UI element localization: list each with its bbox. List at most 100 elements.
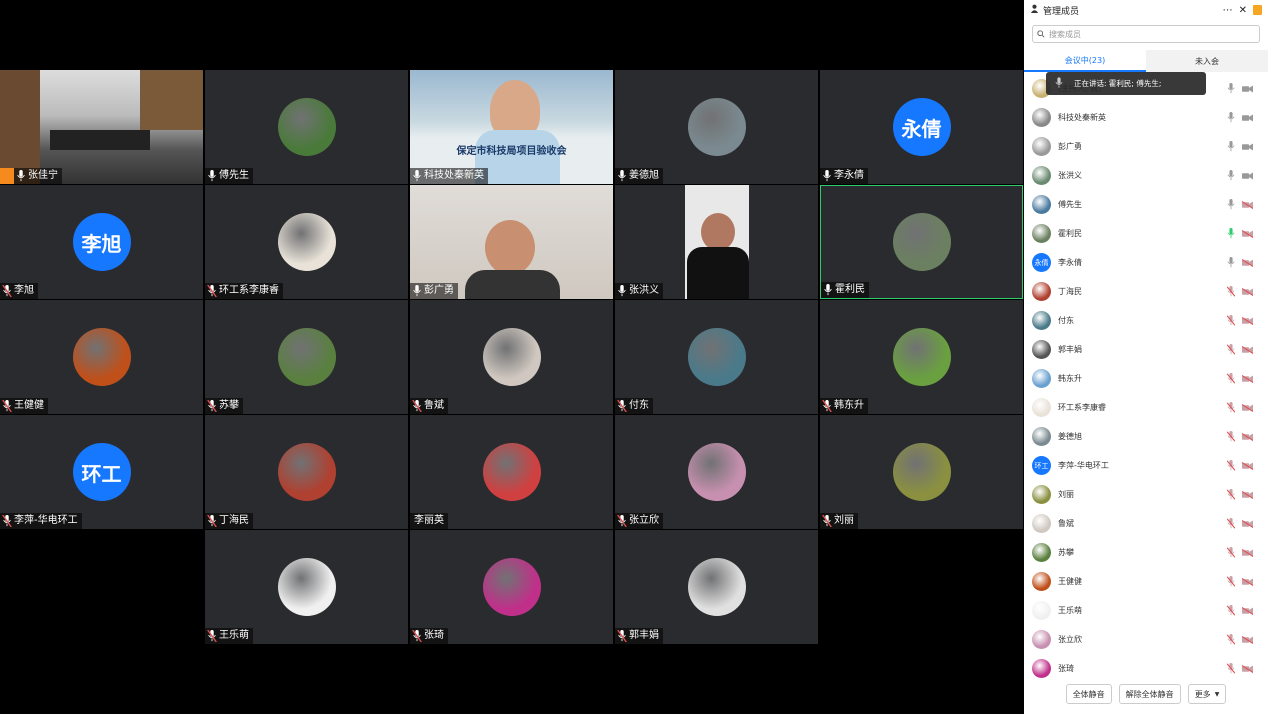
member-camera-icon[interactable]	[1242, 374, 1253, 383]
participant-tile[interactable]: 傅先生	[205, 70, 408, 184]
more-options-icon[interactable]: ⋯	[1223, 5, 1233, 16]
participant-name-tag: 张立欣	[615, 513, 663, 529]
member-row[interactable]: 丁海民	[1024, 277, 1268, 306]
member-row[interactable]: 郭丰娟	[1024, 335, 1268, 364]
member-row[interactable]: 韩东升	[1024, 364, 1268, 393]
participant-tile[interactable]: 姜德旭	[615, 70, 818, 184]
participant-tile[interactable]: 张琦	[410, 530, 613, 644]
member-row[interactable]: 刘丽	[1024, 480, 1268, 509]
member-row[interactable]: 环工系李康睿	[1024, 393, 1268, 422]
participant-tile[interactable]: 保定市科技局项目验收会 科技处秦新英	[410, 70, 613, 184]
member-camera-icon[interactable]	[1242, 635, 1253, 644]
member-camera-icon[interactable]	[1242, 577, 1253, 586]
layout-toggle-icon[interactable]	[1253, 5, 1262, 15]
member-avatar	[1032, 659, 1051, 678]
member-camera-icon[interactable]	[1242, 432, 1253, 441]
member-camera-icon[interactable]	[1242, 316, 1253, 325]
member-camera-icon[interactable]	[1242, 606, 1253, 615]
member-camera-icon[interactable]	[1242, 403, 1253, 412]
member-mic-icon[interactable]	[1227, 112, 1235, 123]
participant-tile[interactable]: 韩东升	[820, 300, 1023, 414]
member-row[interactable]: 张琦	[1024, 654, 1268, 683]
participant-tile[interactable]: 丁海民	[205, 415, 408, 529]
participant-tile[interactable]: 环工系李康睿	[205, 185, 408, 299]
member-camera-icon[interactable]	[1242, 142, 1253, 151]
member-row[interactable]: 环工 李萍-华电环工	[1024, 451, 1268, 480]
participant-tile[interactable]: 李旭 李旭	[0, 185, 203, 299]
member-row[interactable]: 霍利民	[1024, 219, 1268, 248]
participant-tile[interactable]: 张立欣	[615, 415, 818, 529]
search-input[interactable]: 搜索成员	[1032, 25, 1260, 43]
member-camera-icon[interactable]	[1242, 664, 1253, 673]
member-row[interactable]: 张立欣	[1024, 625, 1268, 654]
member-mic-icon[interactable]	[1227, 141, 1235, 152]
participant-tile[interactable]: 王健健	[0, 300, 203, 414]
member-avatar	[1032, 514, 1051, 533]
participant-tile[interactable]: 李丽英	[410, 415, 613, 529]
member-mic-icon[interactable]	[1227, 605, 1235, 616]
more-button[interactable]: 更多 ▼	[1187, 684, 1227, 704]
member-mic-icon[interactable]	[1227, 547, 1235, 558]
member-camera-icon[interactable]	[1242, 461, 1253, 470]
member-row[interactable]: 苏攀	[1024, 538, 1268, 567]
member-row[interactable]: 王健健	[1024, 567, 1268, 596]
member-mic-icon[interactable]	[1227, 402, 1235, 413]
member-row[interactable]: 姜德旭	[1024, 422, 1268, 451]
member-mic-icon[interactable]	[1227, 199, 1235, 210]
member-camera-icon[interactable]	[1242, 548, 1253, 557]
member-row[interactable]: 王乐萌	[1024, 596, 1268, 625]
member-mic-icon[interactable]	[1227, 228, 1235, 239]
participant-tile[interactable]: 付东	[615, 300, 818, 414]
member-row[interactable]: 科技处秦新英	[1024, 103, 1268, 132]
member-camera-icon[interactable]	[1242, 490, 1253, 499]
participant-tile[interactable]: 郭丰娟	[615, 530, 818, 644]
participant-tile[interactable]: 张洪义	[615, 185, 818, 299]
member-mic-icon[interactable]	[1227, 663, 1235, 674]
participant-tile[interactable]: 彭广勇	[410, 185, 613, 299]
member-row[interactable]: 傅先生	[1024, 190, 1268, 219]
member-row[interactable]: 永倩 李永倩	[1024, 248, 1268, 277]
member-mic-icon[interactable]	[1227, 315, 1235, 326]
member-camera-icon[interactable]	[1242, 84, 1253, 93]
member-camera-icon[interactable]	[1242, 171, 1253, 180]
participant-tile[interactable]: 刘丽	[820, 415, 1023, 529]
mute-all-button[interactable]: 全体静音	[1065, 684, 1112, 704]
participant-name: 郭丰娟	[629, 630, 659, 641]
member-camera-icon[interactable]	[1242, 287, 1253, 296]
member-row[interactable]: 鲁斌	[1024, 509, 1268, 538]
member-mic-icon[interactable]	[1227, 373, 1235, 384]
member-mic-icon[interactable]	[1227, 257, 1235, 268]
participant-tile[interactable]: 霍利民	[820, 185, 1023, 299]
participant-tile[interactable]: 鲁斌	[410, 300, 613, 414]
tab-in-meeting[interactable]: 会议中(23)	[1024, 50, 1146, 72]
member-mic-icon[interactable]	[1227, 83, 1235, 94]
participant-tile[interactable]: 永倩 李永倩	[820, 70, 1023, 184]
member-camera-icon[interactable]	[1242, 229, 1253, 238]
member-row[interactable]: 付东	[1024, 306, 1268, 335]
participant-name-tag: 傅先生	[205, 168, 253, 184]
member-mic-icon[interactable]	[1227, 576, 1235, 587]
member-mic-icon[interactable]	[1227, 634, 1235, 645]
member-mic-icon[interactable]	[1227, 518, 1235, 529]
member-camera-icon[interactable]	[1242, 345, 1253, 354]
member-mic-icon[interactable]	[1227, 489, 1235, 500]
unmute-all-button[interactable]: 解除全体静音	[1118, 684, 1181, 704]
participant-tile[interactable]: 张佳宁	[0, 70, 203, 184]
tab-not-joined[interactable]: 未入会	[1146, 50, 1268, 72]
close-icon[interactable]: ✕	[1239, 5, 1247, 16]
member-row[interactable]: 张洪义	[1024, 161, 1268, 190]
member-mic-icon[interactable]	[1227, 431, 1235, 442]
member-mic-icon[interactable]	[1227, 286, 1235, 297]
member-mic-icon[interactable]	[1227, 344, 1235, 355]
member-camera-icon[interactable]	[1242, 258, 1253, 267]
member-mic-icon[interactable]	[1227, 460, 1235, 471]
member-camera-icon[interactable]	[1242, 200, 1253, 209]
member-name: 科技处秦新英	[1058, 113, 1106, 122]
participant-tile[interactable]: 环工 李萍-华电环工	[0, 415, 203, 529]
member-camera-icon[interactable]	[1242, 113, 1253, 122]
member-mic-icon[interactable]	[1227, 170, 1235, 181]
member-camera-icon[interactable]	[1242, 519, 1253, 528]
participant-tile[interactable]: 王乐萌	[205, 530, 408, 644]
participant-tile[interactable]: 苏攀	[205, 300, 408, 414]
member-row[interactable]: 彭广勇	[1024, 132, 1268, 161]
